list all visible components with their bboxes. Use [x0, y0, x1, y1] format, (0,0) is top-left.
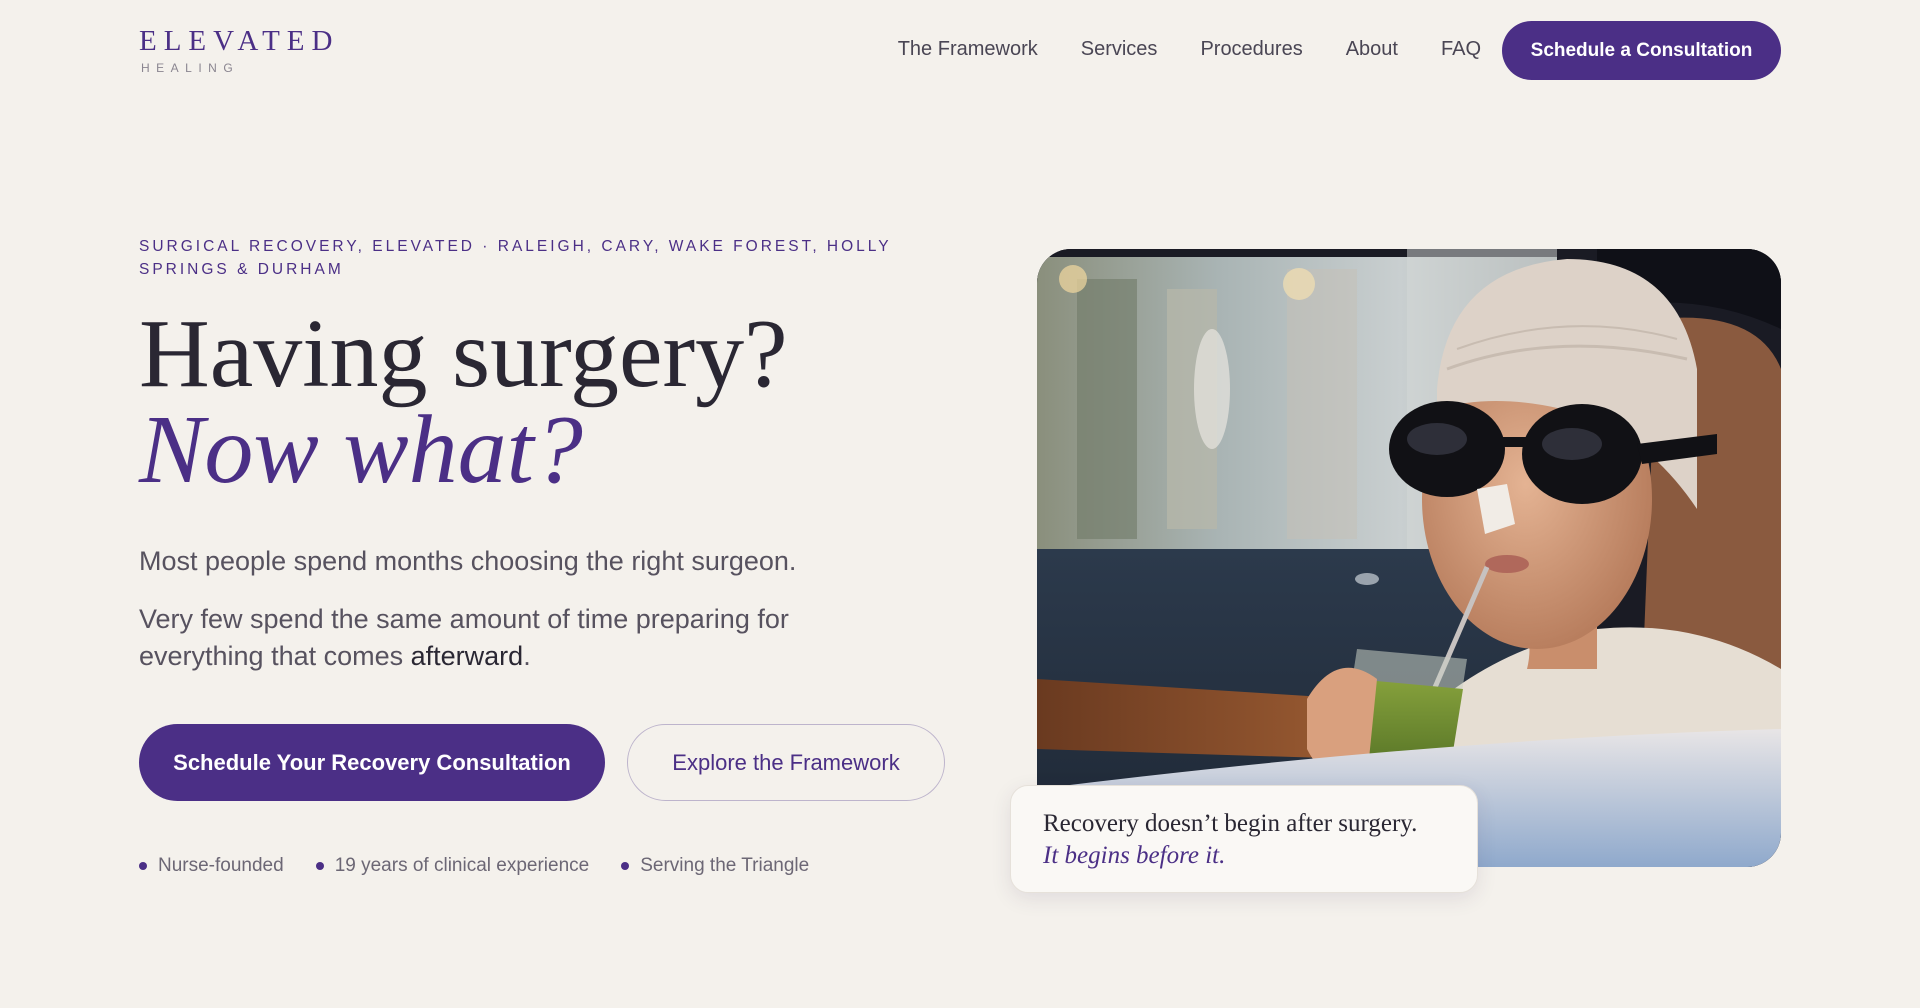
bullet-dot-icon: [315, 862, 324, 870]
quote-line-2: It begins before it.: [1043, 842, 1226, 869]
explore-framework-button[interactable]: Explore the Framework: [627, 724, 945, 801]
logo-wordmark: ELEVATED: [139, 25, 340, 57]
trust-point: 19 years of clinical experience: [315, 855, 590, 877]
paragraph-2-end: .: [523, 641, 531, 671]
quote-card: Recovery doesn’t begin after surgery. It…: [1010, 785, 1478, 893]
nav-item-faq[interactable]: FAQ: [1441, 38, 1481, 61]
trust-point-label: Serving the Triangle: [640, 855, 810, 876]
hero-headline-emphasis: Now what?: [139, 396, 583, 504]
bullet-dot-icon: [139, 862, 147, 870]
hero-paragraph-2: Very few spend the same amount of time p…: [139, 601, 859, 675]
logo[interactable]: ELEVATED HEALING: [139, 24, 339, 75]
site-header: ELEVATED HEALING The Framework Services …: [0, 0, 1920, 100]
trust-point: Nurse-founded: [139, 855, 284, 877]
bullet-dot-icon: [621, 862, 630, 870]
nav-item-services[interactable]: Services: [1081, 38, 1158, 61]
hero-eyebrow: Surgical Recovery, Elevated · Raleigh, C…: [139, 238, 892, 278]
hero-headline: Having surgery?: [139, 300, 788, 408]
nav-item-about[interactable]: About: [1346, 38, 1398, 61]
logo-subtitle: HEALING: [141, 61, 240, 75]
schedule-consultation-button[interactable]: Schedule a Consultation: [1502, 21, 1781, 80]
trust-point: Serving the Triangle: [621, 855, 809, 877]
trust-point-label: Nurse-founded: [158, 855, 284, 876]
quote-line-1: Recovery doesn’t begin after surgery.: [1043, 810, 1418, 837]
trust-points: Nurse-founded 19 years of clinical exper…: [139, 855, 809, 877]
nav-item-procedures[interactable]: Procedures: [1200, 38, 1302, 61]
hero-photo-illustration: [1037, 249, 1781, 867]
schedule-recovery-consultation-button[interactable]: Schedule Your Recovery Consultation: [139, 724, 605, 801]
nav-item-framework[interactable]: The Framework: [898, 38, 1038, 61]
paragraph-2-emphasis: afterward: [410, 641, 524, 671]
main-nav: The Framework Services Procedures About …: [898, 38, 1481, 61]
hero-paragraph-1: Most people spend months choosing the ri…: [139, 546, 797, 576]
trust-point-label: 19 years of clinical experience: [334, 855, 590, 876]
hero-photo: [1037, 249, 1781, 867]
